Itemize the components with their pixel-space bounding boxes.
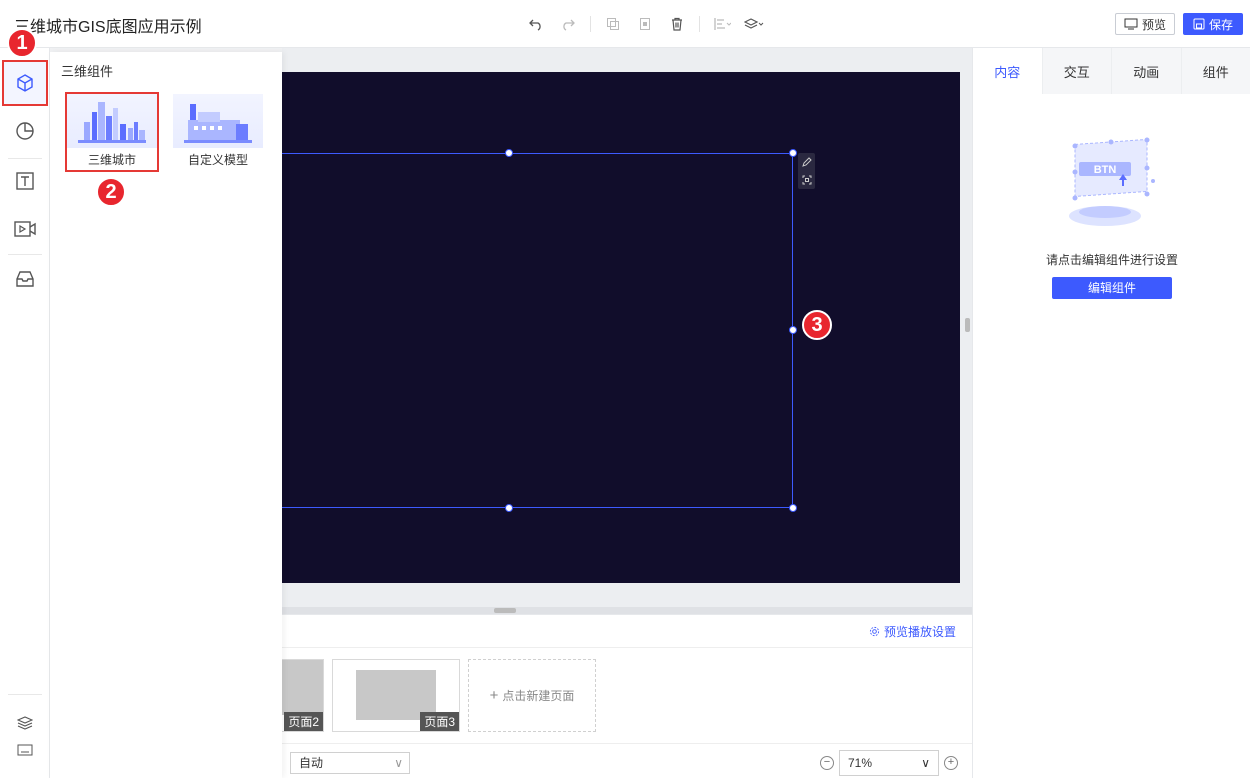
sidebar-item-media[interactable]	[2, 206, 48, 252]
empty-state-hint: 请点击编辑组件进行设置	[1045, 253, 1178, 267]
copy-icon[interactable]	[597, 14, 629, 34]
component-panel: 三维组件 三维城市 自定义模型	[50, 52, 282, 778]
preview-play-settings-link[interactable]: 预览播放设置	[869, 623, 956, 640]
tab-interaction[interactable]: 交互	[1043, 48, 1112, 94]
edit-pencil-icon[interactable]	[801, 157, 812, 167]
step-marker-2: 2	[96, 177, 126, 207]
tab-animation[interactable]: 动画	[1112, 48, 1182, 94]
edit-component-button[interactable]: 编辑组件	[1052, 277, 1172, 299]
text-icon	[16, 172, 34, 190]
toolbar-divider	[699, 16, 700, 32]
component-label: 三维城市	[87, 153, 136, 167]
component-custom-model[interactable]: 自定义模型	[173, 94, 263, 170]
app-title: 三维城市GIS底图应用示例	[14, 19, 202, 36]
save-label: 保存	[1208, 17, 1233, 32]
paste-icon[interactable]	[629, 14, 661, 34]
video-icon	[14, 221, 36, 237]
left-sidebar	[0, 48, 50, 778]
property-tabs: 内容 交互 动画 组件	[973, 48, 1250, 94]
page-thumbnail[interactable]: 页面3	[332, 659, 460, 732]
zoom-value: 71%	[848, 756, 873, 770]
sidebar-shortcuts-button[interactable]	[2, 736, 48, 764]
canvas[interactable]	[282, 72, 960, 583]
3d-cube-icon	[17, 74, 33, 92]
new-page-label: 点击新建页面	[502, 689, 575, 703]
resize-handle-right[interactable]	[789, 326, 797, 334]
zoom-out-icon[interactable]: −	[820, 756, 834, 770]
tab-component[interactable]: 组件	[1182, 48, 1250, 94]
layer-icon[interactable]	[738, 14, 770, 34]
zoom-select[interactable]: 71% ∨	[839, 750, 939, 776]
keyboard-icon	[17, 744, 33, 756]
tab-content[interactable]: 内容	[973, 48, 1043, 94]
component-3d-city[interactable]: 三维城市	[65, 92, 159, 172]
page-thumbnail[interactable]: 页面2	[282, 659, 324, 732]
resize-handle-top[interactable]	[505, 149, 513, 157]
undo-icon[interactable]	[520, 14, 552, 34]
redo-icon[interactable]	[552, 14, 584, 34]
sidebar-item-materials[interactable]	[2, 256, 48, 302]
resize-handle-bottom-right[interactable]	[789, 504, 797, 512]
toolbar	[520, 14, 770, 34]
component-panel-title: 三维组件	[61, 64, 114, 79]
sidebar-divider	[8, 694, 42, 695]
divider	[282, 743, 972, 744]
save-button[interactable]: 保存	[1183, 13, 1243, 35]
page-label: 页面2	[284, 712, 323, 731]
new-page-button[interactable]: + 点击新建页面	[468, 659, 596, 732]
fit-mode-value: 自动	[299, 756, 324, 770]
monitor-icon	[1124, 18, 1138, 30]
city-skyline-icon	[67, 94, 157, 148]
chevron-down-icon: ∨	[394, 756, 403, 770]
sidebar-divider	[8, 254, 42, 255]
pie-chart-icon	[16, 122, 34, 140]
top-bar: 三维城市GIS底图应用示例 预览 保存	[0, 0, 1250, 48]
step-marker-1: 1	[7, 28, 37, 58]
resize-handle-top-right[interactable]	[789, 149, 797, 157]
property-panel: 内容 交互 动画 组件 BTN 请点击编辑组件进行设置 编辑组件	[972, 48, 1250, 778]
factory-model-icon	[173, 94, 263, 148]
empty-state-illustration: BTN	[1053, 136, 1163, 236]
delete-icon[interactable]	[661, 14, 693, 34]
page-preview	[282, 660, 323, 715]
chevron-down-icon: ∨	[921, 756, 930, 770]
sidebar-item-text[interactable]	[2, 158, 48, 204]
preview-label: 预览	[1141, 17, 1166, 32]
vertical-scrollbar[interactable]	[965, 318, 970, 332]
component-label: 自定义模型	[187, 153, 248, 167]
canvas-area	[282, 48, 972, 614]
step-marker-3: 3	[802, 310, 832, 340]
pages-area: 预览播放设置 页面2 页面3 + 点击新建页面 自动 ∨ − 71% ∨ +	[282, 614, 972, 778]
play-settings-label: 预览播放设置	[883, 625, 956, 639]
selection-tools	[798, 153, 815, 189]
divider	[282, 647, 972, 648]
preview-button[interactable]: 预览	[1115, 13, 1175, 35]
toolbar-divider	[590, 16, 591, 32]
zoom-in-icon[interactable]: +	[944, 756, 958, 770]
selection-box[interactable]	[282, 153, 793, 508]
layers-icon	[17, 716, 33, 730]
focus-icon[interactable]	[802, 175, 812, 185]
btn-text: BTN	[1094, 164, 1117, 176]
horizontal-scrollbar[interactable]	[494, 608, 516, 613]
inbox-icon	[16, 271, 34, 287]
sidebar-item-3d-components[interactable]	[2, 60, 48, 106]
sidebar-item-charts[interactable]	[2, 108, 48, 154]
gear-icon	[869, 626, 880, 637]
horizontal-scrollbar-track	[282, 607, 972, 614]
plus-icon: +	[489, 687, 499, 704]
save-icon	[1193, 18, 1205, 30]
resize-handle-bottom[interactable]	[505, 504, 513, 512]
align-icon[interactable]	[706, 14, 738, 34]
page-label: 页面3	[420, 712, 459, 731]
fit-mode-select[interactable]: 自动 ∨	[290, 752, 410, 774]
